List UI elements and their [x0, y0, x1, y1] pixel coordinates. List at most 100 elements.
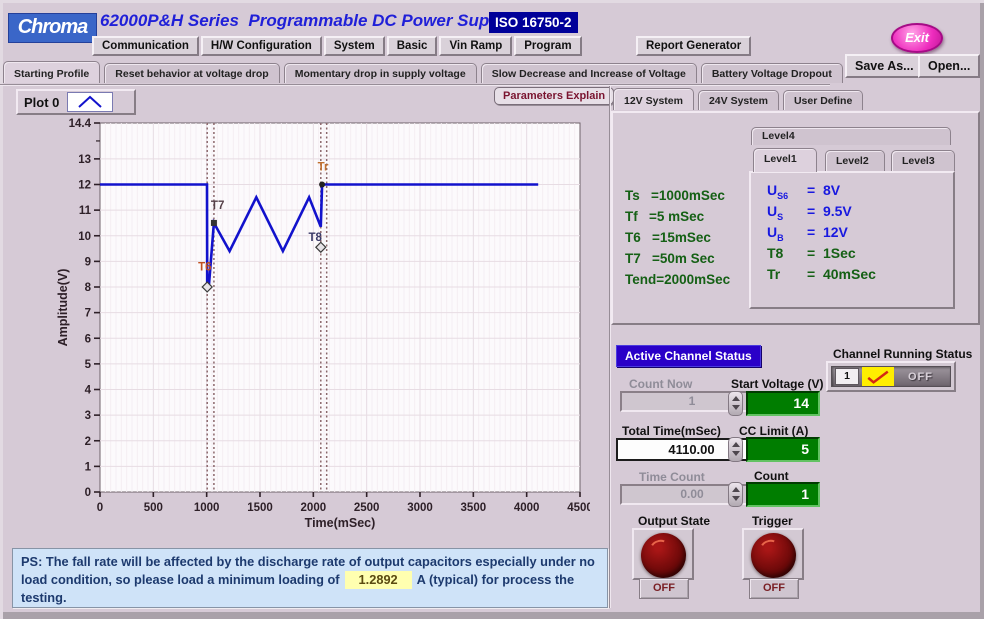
cc-limit-label: CC Limit (A): [739, 424, 808, 438]
exit-button[interactable]: Exit: [891, 23, 943, 53]
tab-reset-behavior[interactable]: Reset behavior at voltage drop: [104, 63, 279, 83]
svg-text:3000: 3000: [407, 502, 433, 514]
svg-text:2500: 2500: [354, 502, 380, 514]
svg-text:1000: 1000: [194, 502, 220, 514]
menu-button-system[interactable]: System: [324, 36, 385, 56]
tabstrip-divider: [0, 84, 830, 86]
knob-highlight: [648, 537, 671, 557]
svg-text:13: 13: [78, 154, 91, 166]
tab-starting-profile[interactable]: Starting Profile: [3, 61, 100, 83]
output-state-label: Output State: [638, 514, 710, 528]
open-button[interactable]: Open...: [918, 54, 980, 78]
svg-text:T7: T7: [211, 200, 224, 212]
cc-limit-field[interactable]: 5: [746, 437, 820, 462]
svg-text:2: 2: [85, 436, 91, 448]
menu-button-hw-configuration[interactable]: H/W Configuration: [201, 36, 322, 56]
param-ts: Ts =1000mSec: [625, 185, 730, 206]
svg-text:500: 500: [144, 502, 163, 514]
channel-number-box: 1: [835, 368, 859, 385]
cc-limit-spinner[interactable]: [728, 437, 743, 462]
chroma-logo: Chroma: [8, 13, 97, 43]
output-state-knob[interactable]: [641, 533, 686, 578]
count-label: Count: [754, 469, 789, 483]
tab-battery-voltage-dropout[interactable]: Battery Voltage Dropout: [701, 63, 843, 83]
system-parameters-panel: Level4 Level1 Level2 Level3 US6= 8V US= …: [611, 111, 980, 325]
tab-level3[interactable]: Level3: [891, 150, 955, 171]
param-us6: US6= 8V: [767, 182, 953, 203]
svg-text:T8: T8: [309, 232, 323, 244]
ps-note: PS: The fall rate will be affected by th…: [12, 548, 608, 608]
save-as-button[interactable]: Save As...: [845, 54, 924, 78]
plot-legend[interactable]: Plot 0: [16, 89, 136, 115]
menu-button-vin-ramp[interactable]: Vin Ramp: [439, 36, 512, 56]
svg-text:Time(mSec): Time(mSec): [305, 516, 376, 530]
svg-text:4000: 4000: [514, 502, 540, 514]
tab-user-define[interactable]: User Define: [783, 90, 863, 110]
trigger-label: Trigger: [752, 514, 793, 528]
total-time-field[interactable]: 4110.00: [616, 438, 767, 461]
param-tf: Tf =5 mSec: [625, 206, 730, 227]
time-count-label: Time Count: [639, 470, 705, 484]
menu-button-communication[interactable]: Communication: [92, 36, 199, 56]
start-voltage-field[interactable]: 14: [746, 391, 820, 416]
total-time-label: Total Time(mSec): [622, 424, 721, 438]
ps-note-highlight-value: 1.2892: [345, 571, 412, 589]
running-state-text: OFF: [894, 371, 947, 383]
menu-bar: Communication H/W Configuration System B…: [92, 36, 582, 56]
svg-text:1: 1: [85, 461, 92, 473]
menu-button-program[interactable]: Program: [514, 36, 581, 56]
svg-text:2000: 2000: [301, 502, 327, 514]
svg-text:3500: 3500: [461, 502, 487, 514]
svg-text:4500: 4500: [567, 502, 590, 514]
param-t6: T6 =15mSec: [625, 227, 730, 248]
checkmark-icon: [864, 369, 892, 385]
channel-running-status-bar: 1 OFF: [831, 366, 951, 387]
svg-text:9: 9: [85, 256, 91, 268]
main-tab-strip: Starting Profile Reset behavior at volta…: [3, 63, 843, 83]
tab-slow-decrease-increase[interactable]: Slow Decrease and Increase of Voltage: [481, 63, 697, 83]
trigger-off-indicator: OFF: [749, 578, 799, 599]
tab-level2[interactable]: Level2: [825, 150, 885, 171]
count-field[interactable]: 1: [746, 482, 820, 507]
param-t7: T7 =50m Sec: [625, 248, 730, 269]
svg-text:5: 5: [85, 359, 92, 371]
trigger-knob[interactable]: [751, 533, 796, 578]
system-tab-strip: 12V System 24V System User Define: [613, 90, 863, 110]
timing-params: Ts =1000mSec Tf =5 mSec T6 =15mSec T7 =5…: [625, 185, 730, 290]
param-tr: Tr= 40mSec: [767, 266, 953, 287]
report-generator-button[interactable]: Report Generator: [636, 36, 751, 56]
tab-24v-system[interactable]: 24V System: [698, 90, 779, 110]
parameters-explain-button[interactable]: Parameters Explain: [494, 87, 614, 105]
svg-text:0: 0: [85, 487, 91, 499]
start-voltage-label: Start Voltage (V): [731, 377, 823, 391]
svg-text:3: 3: [85, 410, 91, 422]
svg-text:1500: 1500: [247, 502, 273, 514]
iso-standard-badge: ISO 16750-2: [489, 12, 578, 33]
param-t8: T8= 1Sec: [767, 245, 953, 266]
menu-button-basic[interactable]: Basic: [387, 36, 438, 56]
param-us: US= 9.5V: [767, 203, 953, 224]
count-now-label: Count Now: [629, 377, 692, 391]
count-spinner[interactable]: [728, 482, 743, 507]
app-title: 62000P&H Series Programmable DC Power Su…: [100, 11, 514, 31]
channel-check-indicator[interactable]: [862, 367, 894, 386]
tab-level1[interactable]: Level1: [753, 148, 817, 172]
svg-text:0: 0: [97, 502, 103, 514]
level-values-panel: US6= 8V US= 9.5V UB= 12V T8= 1Sec Tr= 40…: [749, 171, 955, 309]
svg-text:6: 6: [85, 333, 91, 345]
tab-12v-system[interactable]: 12V System: [613, 88, 694, 110]
svg-text:8: 8: [85, 282, 92, 294]
channel-running-status-control[interactable]: 1 OFF: [826, 361, 956, 392]
svg-text:14.4: 14.4: [69, 118, 92, 130]
svg-text:T6: T6: [198, 261, 211, 273]
output-state-off-indicator: OFF: [639, 578, 689, 599]
knob-highlight: [758, 537, 781, 557]
tab-level4[interactable]: Level4: [751, 127, 951, 145]
param-ub: UB= 12V: [767, 224, 953, 245]
svg-text:4: 4: [85, 385, 92, 397]
svg-text:Tr: Tr: [318, 161, 329, 173]
start-voltage-spinner[interactable]: [728, 391, 743, 416]
svg-text:Amplitude(V): Amplitude(V): [56, 269, 70, 347]
tab-momentary-drop[interactable]: Momentary drop in supply voltage: [284, 63, 477, 83]
channel-running-status-label: Channel Running Status: [833, 347, 972, 361]
